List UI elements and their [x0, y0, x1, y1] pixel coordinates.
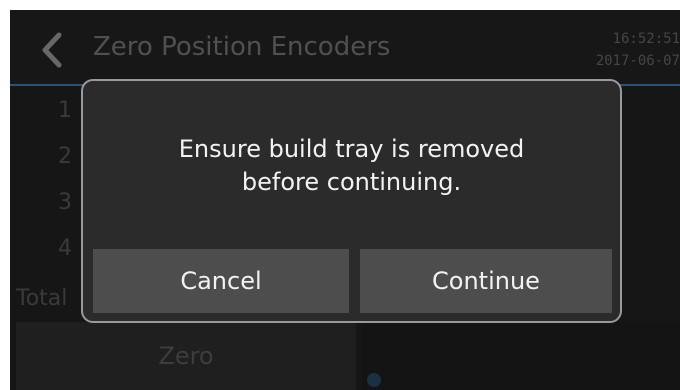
- dialog-message-line-2: before continuing.: [241, 168, 462, 196]
- confirm-dialog: Ensure build tray is removed before cont…: [81, 79, 622, 323]
- dialog-message: Ensure build tray is removed before cont…: [83, 133, 620, 199]
- dialog-message-line-1: Ensure build tray is removed: [178, 135, 525, 163]
- cancel-button[interactable]: Cancel: [93, 249, 349, 313]
- continue-button[interactable]: Continue: [360, 249, 612, 313]
- screen: Zero Position Encoders 16:52:51 2017-06-…: [10, 10, 680, 390]
